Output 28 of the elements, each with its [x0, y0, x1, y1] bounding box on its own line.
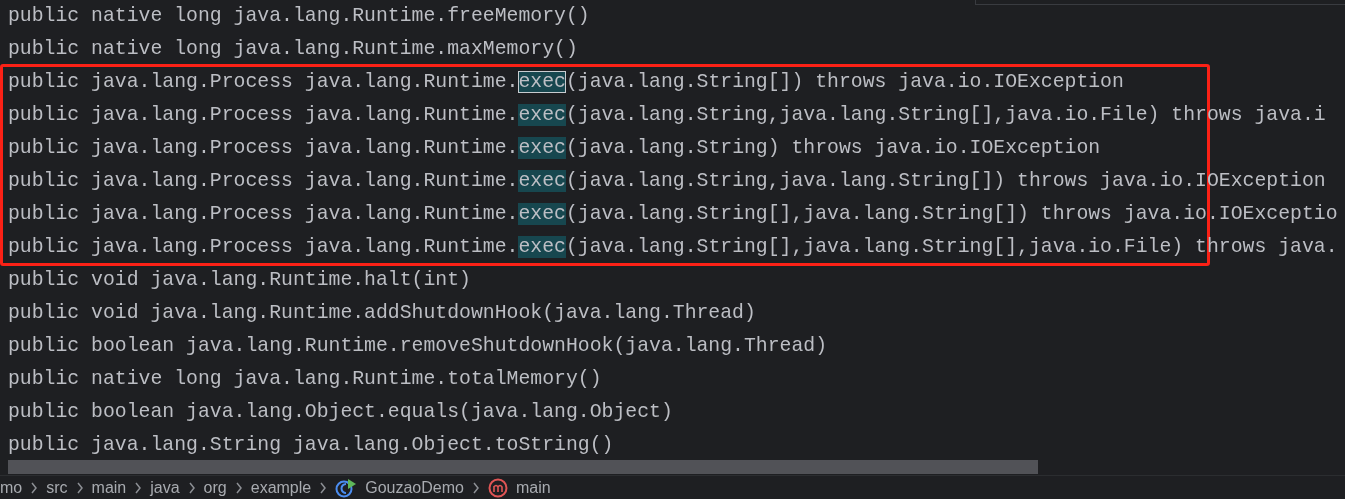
- breadcrumb-item[interactable]: src: [46, 478, 68, 497]
- breadcrumb-item[interactable]: main: [515, 478, 551, 497]
- class-run-icon: [335, 477, 358, 498]
- breadcrumb-item[interactable]: java: [150, 478, 180, 497]
- chevron-icon: [471, 481, 480, 494]
- console-line: public void java.lang.Runtime.addShutdownHook(java.lang.Thread): [8, 301, 756, 326]
- breadcrumb-item[interactable]: main: [91, 478, 127, 497]
- breadcrumb-item[interactable]: GouzaoDemo: [365, 478, 464, 497]
- horizontal-scrollbar[interactable]: [8, 460, 1038, 474]
- breadcrumb-item[interactable]: example: [250, 478, 312, 497]
- console-line: public java.lang.Process java.lang.Runtime.exec(java.lang.String[]) throws java.io.IOException: [8, 70, 1124, 95]
- console-line: public void java.lang.Runtime.halt(int): [8, 268, 471, 293]
- console-line: public java.lang.Process java.lang.Runtime.exec(java.lang.String) throws java.io.IOException: [8, 136, 1101, 161]
- chevron-icon: [75, 481, 84, 494]
- console-line: public boolean java.lang.Object.equals(java.lang.Object): [8, 400, 673, 425]
- console-line: public boolean java.lang.Runtime.removeShutdownHook(java.lang.Thread): [8, 334, 828, 359]
- chevron-icon: [134, 481, 143, 494]
- method-icon: [487, 477, 508, 498]
- chevron-icon: [30, 481, 39, 494]
- chevron-icon: [234, 481, 243, 494]
- chevron-icon: [319, 481, 328, 494]
- console-line: public java.lang.String java.lang.Object.toString(): [8, 433, 614, 458]
- console-line: public native long java.lang.Runtime.totalMemory(): [8, 367, 602, 392]
- breadcrumb-item[interactable]: org: [203, 478, 227, 497]
- console-line: public native long java.lang.Runtime.maxMemory(): [8, 37, 578, 62]
- breadcrumb-item[interactable]: mo: [0, 478, 23, 497]
- chevron-icon: [187, 481, 196, 494]
- console-line: public native long java.lang.Runtime.freeMemory(): [8, 4, 590, 29]
